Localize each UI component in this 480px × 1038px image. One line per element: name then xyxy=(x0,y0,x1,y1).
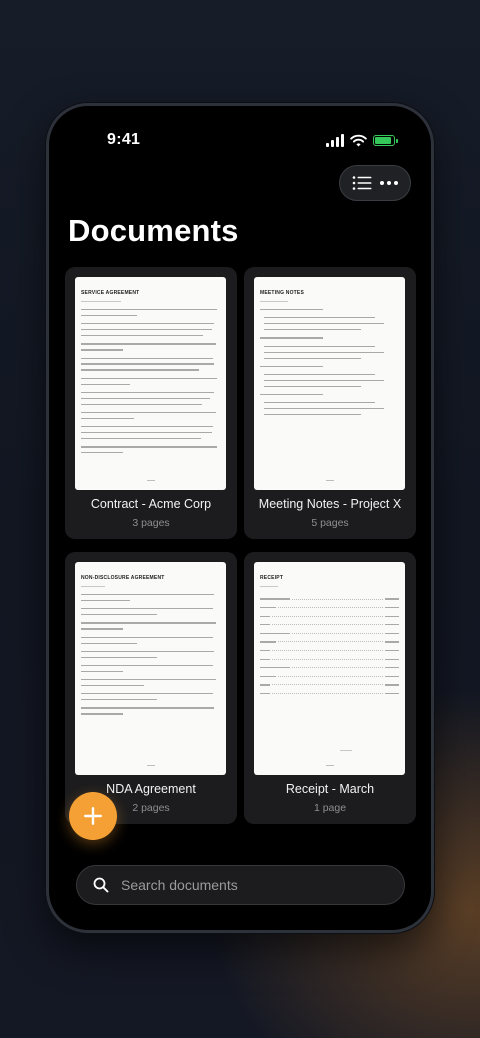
thumbnail-title: NON-DISCLOSURE AGREEMENT xyxy=(81,575,165,581)
wifi-icon xyxy=(350,134,367,146)
document-name: Receipt - March xyxy=(285,782,375,796)
status-time: 9:41 xyxy=(107,131,141,148)
thumbnail-subtitle-line xyxy=(260,586,278,587)
more-options-button[interactable] xyxy=(377,171,401,195)
list-icon xyxy=(352,176,371,190)
status-icons xyxy=(326,131,398,149)
page-title: Documents xyxy=(68,213,239,248)
search-bar[interactable] xyxy=(76,865,405,905)
phone-frame: 9:41 Documents SERVICE AGREEMENT Contrac… xyxy=(46,103,434,933)
add-document-button[interactable] xyxy=(69,792,117,840)
document-name: Contract - Acme Corp xyxy=(90,497,212,511)
more-icon xyxy=(379,181,398,185)
thumbnail-title: MEETING NOTES xyxy=(260,290,304,296)
list-view-button[interactable] xyxy=(350,171,374,195)
thumbnail-subtitle-line xyxy=(260,301,288,302)
thumbnail-text-lines xyxy=(260,309,399,422)
thumbnail-subtitle-line xyxy=(81,586,105,587)
document-card-meeting-notes[interactable]: MEETING NOTES Meeting Notes - Project X … xyxy=(244,267,416,539)
thumbnail-title: RECEIPT xyxy=(260,575,284,581)
toolbar-pill xyxy=(339,165,411,201)
search-icon xyxy=(92,876,110,894)
document-page-count: 5 pages xyxy=(311,517,349,529)
thumbnail-subtitle-line xyxy=(81,301,121,302)
document-page-count: 3 pages xyxy=(132,517,170,529)
document-thumbnail: MEETING NOTES xyxy=(254,277,405,490)
thumbnail-text-lines xyxy=(81,594,220,719)
document-page-count: 1 page xyxy=(313,802,347,814)
document-name: Meeting Notes - Project X xyxy=(258,497,402,511)
thumbnail-title: SERVICE AGREEMENT xyxy=(81,290,140,296)
document-card-nda[interactable]: NON-DISCLOSURE AGREEMENT NDA Agreement 2… xyxy=(65,552,237,824)
plus-icon xyxy=(84,807,102,825)
document-card-contract[interactable]: SERVICE AGREEMENT Contract - Acme Corp 3… xyxy=(65,267,237,539)
document-thumbnail: RECEIPT xyxy=(254,562,405,775)
thumbnail-text-lines xyxy=(81,309,220,458)
battery-charging-icon xyxy=(373,134,398,146)
document-thumbnail: SERVICE AGREEMENT xyxy=(75,277,226,490)
document-card-receipt[interactable]: RECEIPT Receipt - March 1 page xyxy=(244,552,416,824)
thumbnail-receipt-lines xyxy=(260,598,399,701)
cellular-signal-icon xyxy=(326,133,344,147)
document-thumbnail: NON-DISCLOSURE AGREEMENT xyxy=(75,562,226,775)
search-input[interactable] xyxy=(119,876,373,894)
